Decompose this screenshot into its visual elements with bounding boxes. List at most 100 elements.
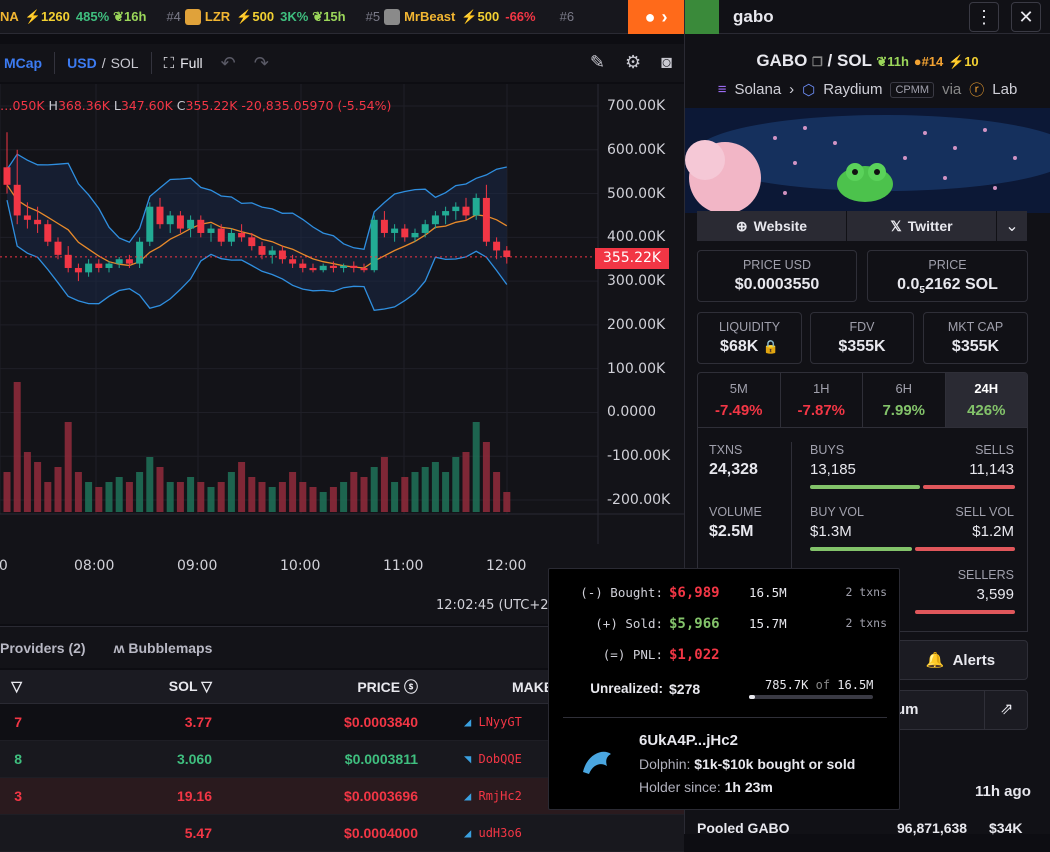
chart-canvas[interactable] bbox=[0, 84, 684, 624]
row-cell: 7 bbox=[14, 714, 22, 730]
column-price[interactable]: PRICE ⓢ bbox=[228, 677, 434, 697]
volume-label: VOLUME bbox=[709, 505, 762, 519]
volume-value: $2.5M bbox=[709, 523, 754, 540]
lab-link[interactable]: Lab bbox=[992, 81, 1017, 98]
column-maker[interactable]: MAKE bbox=[434, 679, 564, 695]
token-name: gabo bbox=[733, 6, 774, 26]
candle-body bbox=[95, 263, 103, 268]
candle-body bbox=[156, 206, 164, 225]
volume-bar bbox=[54, 467, 62, 512]
chain-link[interactable]: Solana bbox=[734, 81, 781, 98]
mcap-toggle[interactable]: MCap bbox=[4, 55, 42, 71]
holder-since-line: Holder since: 1h 23m bbox=[639, 779, 773, 795]
unrealized-value: $278 bbox=[669, 681, 701, 697]
gear-icon[interactable]: ⚙ bbox=[625, 52, 641, 73]
x-tick-label: 08:00 bbox=[74, 558, 115, 574]
links-dropdown[interactable]: ⌄ bbox=[997, 211, 1027, 241]
pair-base: GABO bbox=[756, 51, 808, 70]
dex-link[interactable]: Raydium bbox=[823, 81, 882, 98]
volume-bar bbox=[197, 482, 205, 512]
candle-body bbox=[442, 211, 450, 216]
candle-body bbox=[187, 219, 195, 229]
token-avatar bbox=[184, 8, 201, 25]
twitter-button[interactable]: 𝕏 Twitter bbox=[847, 211, 997, 241]
wallet-address[interactable]: 6UkA4P...jHc2 bbox=[639, 732, 738, 749]
tab-1h[interactable]: 1H -7.87% bbox=[781, 373, 863, 427]
volume-bar bbox=[23, 452, 31, 512]
trending-toggle-button[interactable]: ● › bbox=[628, 0, 684, 34]
website-button[interactable]: ⊕ Website bbox=[697, 211, 847, 241]
tab-24h[interactable]: 24H 426% bbox=[945, 373, 1027, 427]
volume-bar bbox=[166, 482, 174, 512]
usd-toggle[interactable]: USD bbox=[67, 55, 97, 71]
buyvol-label: BUY VOL bbox=[810, 505, 864, 519]
volume-bar bbox=[146, 457, 154, 512]
sprout-icon: ❦ bbox=[113, 8, 125, 24]
more-menu-button[interactable]: ⋮ bbox=[969, 2, 999, 32]
sold-row: (+) Sold: $5,966 15.7M 2 txns bbox=[549, 616, 901, 638]
price-chart[interactable]: …050K H368.36K L347.60K C355.22K -20,835… bbox=[0, 84, 684, 624]
row-maker[interactable]: ◢ RmjHc2 bbox=[434, 789, 564, 803]
dollar-icon: ⓢ bbox=[404, 678, 418, 695]
row-maker[interactable]: ◢ LNyyGT bbox=[434, 715, 564, 729]
chevron-right-icon: › bbox=[661, 6, 668, 27]
camera-icon[interactable]: ◙ bbox=[661, 52, 672, 73]
ticker-item[interactable]: NA ⚡1260 485% ❦16h bbox=[0, 9, 146, 25]
candle-body bbox=[23, 215, 31, 220]
external-link-button[interactable]: um ⇗ bbox=[893, 690, 1028, 730]
ticker-item[interactable]: #4 LZR ⚡500 3K% ❦15h bbox=[166, 8, 346, 25]
fullscreen-button[interactable]: ⛶ Full bbox=[164, 55, 203, 72]
tab-6h[interactable]: 6H 7.99% bbox=[863, 373, 946, 427]
undo-icon[interactable]: ↶ bbox=[221, 53, 236, 74]
sol-toggle[interactable]: SOL bbox=[111, 55, 139, 71]
solana-icon: ≡ bbox=[717, 81, 727, 98]
volume-bar bbox=[329, 487, 337, 512]
volume-bar bbox=[340, 482, 348, 512]
ticker-item[interactable]: #5 MrBeast ⚡500 -66% bbox=[366, 8, 540, 25]
x-tick-label: 00 bbox=[0, 558, 8, 574]
volume-bar bbox=[472, 422, 480, 512]
mktcap-label: MKT CAP bbox=[947, 320, 1004, 334]
tab-providers[interactable]: Providers (2) bbox=[0, 640, 86, 656]
row-maker[interactable]: ◥ DobQQE bbox=[434, 752, 564, 766]
holding-bar bbox=[749, 695, 873, 699]
ohlc-close: 355.22K bbox=[185, 98, 238, 113]
row-maker[interactable]: ◢ udH3o6 bbox=[434, 826, 564, 840]
dolphin-icon: ◢ bbox=[464, 789, 472, 803]
volume-bar bbox=[187, 477, 195, 512]
mktcap-value: $355K bbox=[951, 338, 1000, 355]
volume-bar bbox=[156, 467, 164, 512]
redo-icon[interactable]: ↷ bbox=[254, 53, 269, 74]
sold-value: $5,966 bbox=[669, 616, 720, 632]
column-sol[interactable]: SOL ▽ bbox=[22, 678, 228, 695]
tier-line: Dolphin: $1k-$10k bought or sold bbox=[639, 756, 856, 772]
holding-text: 785.7K of 16.5M bbox=[765, 678, 874, 692]
indicator-icon[interactable]: ✎ bbox=[590, 52, 605, 73]
x-tick-label: 09:00 bbox=[177, 558, 218, 574]
volume-bar bbox=[319, 492, 327, 512]
alerts-button[interactable]: 🔔 Alerts bbox=[893, 640, 1028, 680]
row-price: $0.0003696 bbox=[344, 788, 418, 804]
pnl-label: (=) PNL: bbox=[602, 647, 663, 662]
candle-body bbox=[13, 184, 21, 216]
social-links: ⊕ Website 𝕏 Twitter ⌄ bbox=[697, 211, 1027, 241]
filter-icon[interactable]: ▽ bbox=[0, 678, 22, 695]
candle-body bbox=[309, 267, 317, 271]
tab-5m[interactable]: 5M -7.49% bbox=[698, 373, 781, 427]
fullscreen-icon: ⛶ bbox=[163, 54, 175, 72]
volume-bar bbox=[360, 477, 368, 512]
pair-header: gabo ⋮ ✕ bbox=[685, 0, 1050, 34]
ticker-item[interactable]: #6 bbox=[560, 9, 578, 24]
volume-bar bbox=[401, 477, 409, 512]
candle-body bbox=[329, 265, 337, 268]
buyvol-value: $1.3M bbox=[810, 523, 852, 540]
close-button[interactable]: ✕ bbox=[1011, 2, 1041, 32]
copy-icon[interactable]: ❐ bbox=[812, 55, 823, 69]
candle-body bbox=[85, 263, 93, 273]
txns-label: TXNS bbox=[709, 443, 743, 457]
trader-tooltip: (-) Bought: $6,989 16.5M 2 txns (+) Sold… bbox=[548, 568, 900, 810]
tab-bubblemaps[interactable]: ʍ Bubblemaps bbox=[114, 640, 213, 656]
pair-title: GABO ❐ / SOL ❦11h ●#14 ⚡10 bbox=[685, 51, 1050, 71]
volume-bar bbox=[136, 472, 144, 512]
bought-row: (-) Bought: $6,989 16.5M 2 txns bbox=[549, 585, 901, 607]
